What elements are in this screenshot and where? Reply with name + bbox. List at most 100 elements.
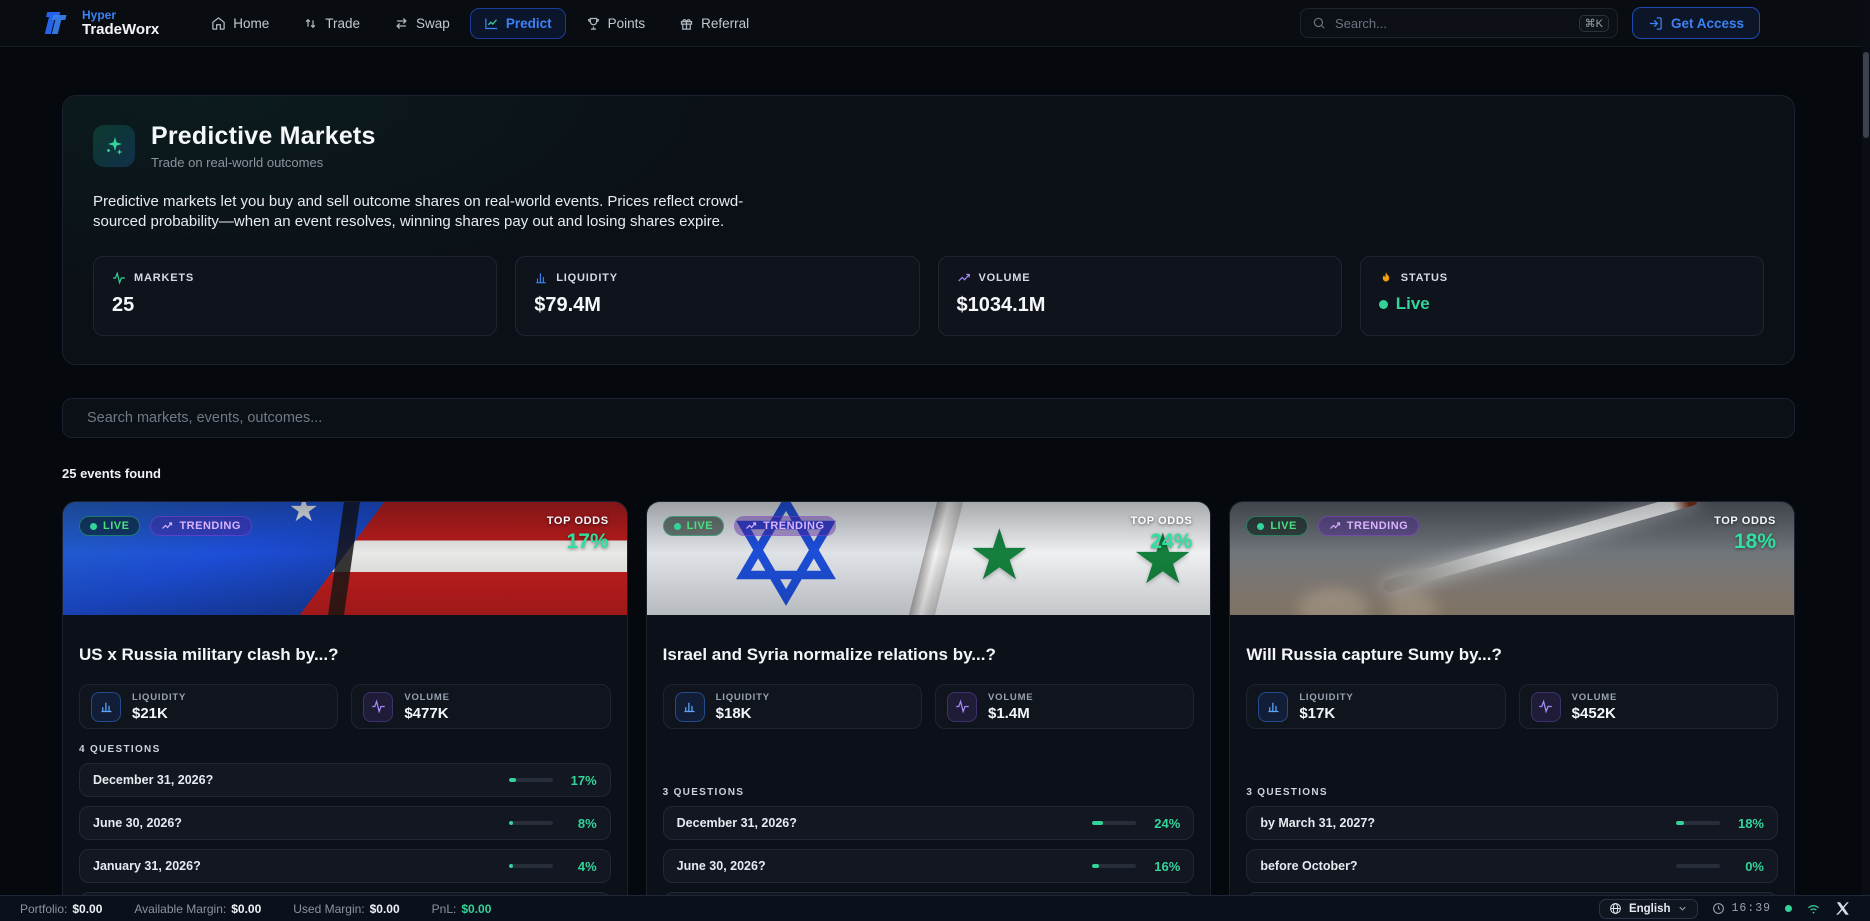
nav-item-predict[interactable]: Predict [470, 8, 566, 39]
get-access-button[interactable]: Get Access [1632, 7, 1760, 39]
volume-tile: VOLUME$477K [351, 684, 610, 729]
live-badge: LIVE [663, 516, 724, 536]
stat-label: LIQUIDITY [556, 272, 618, 284]
main-nav: Home Trade Swap Predict Points Referral [197, 8, 763, 39]
odds-progress [1676, 864, 1720, 868]
stat-card-liquidity: LIQUIDITY $79.4M [515, 256, 919, 336]
event-image-us-russia-flags: ★ LIVE TRENDING TOP ODDS 17% [63, 502, 627, 615]
stat-card-status: STATUS Live [1360, 256, 1764, 336]
stat-value: Live [1396, 294, 1430, 314]
brand-line1: Hyper [82, 9, 159, 22]
stat-label: STATUS [1401, 272, 1448, 284]
stat-value: $79.4M [534, 294, 900, 317]
event-card-israel-syria[interactable]: ★ ★ LIVE TRENDING TOP ODDS 24% Israel an… [646, 501, 1212, 921]
event-title: Israel and Syria normalize relations by.… [663, 645, 1195, 665]
odds-progress [1092, 864, 1136, 868]
question-row[interactable]: by March 31, 2027? 18% [1246, 806, 1778, 840]
odds-progress [1092, 821, 1136, 825]
predict-chart-icon [484, 16, 499, 31]
events-grid: ★ LIVE TRENDING TOP ODDS 17% US x Russia… [62, 501, 1795, 921]
nav-item-trade[interactable]: Trade [289, 8, 374, 39]
top-odds-value: 17% [547, 530, 609, 554]
status-bar: Portfolio:$0.00 Available Margin:$0.00 U… [0, 895, 1870, 921]
top-odds: TOP ODDS 17% [547, 515, 609, 554]
live-badge: LIVE [79, 516, 140, 536]
nav-item-referral[interactable]: Referral [665, 8, 763, 39]
event-card-us-russia[interactable]: ★ LIVE TRENDING TOP ODDS 17% US x Russia… [62, 501, 628, 921]
trending-badge: TRENDING [1318, 516, 1419, 536]
status-live-value: Live [1379, 294, 1745, 314]
nav-item-swap[interactable]: Swap [380, 8, 464, 39]
question-row[interactable]: December 31, 2026? 17% [79, 763, 611, 797]
search-shortcut-badge: ⌘K [1579, 15, 1609, 32]
bar-chart-icon [1258, 692, 1288, 722]
page-scrollbar[interactable] [1862, 0, 1870, 921]
liquidity-tile: LIQUIDITY$17K [1246, 684, 1505, 729]
questions-count-label: 4 QUESTIONS [79, 744, 611, 755]
global-search-input[interactable]: Search... ⌘K [1300, 8, 1618, 38]
nav-label: Home [233, 16, 269, 31]
liquidity-value: $18K [716, 705, 770, 722]
nav-label: Referral [701, 16, 749, 31]
question-row[interactable]: June 30, 2026? 8% [79, 806, 611, 840]
brand-mark-icon [40, 9, 74, 37]
bar-chart-icon [675, 692, 705, 722]
trophy-icon [586, 16, 601, 31]
used-margin-stat: Used Margin:$0.00 [293, 902, 399, 916]
question-row[interactable]: before October? 0% [1246, 849, 1778, 883]
pulse-icon [1531, 692, 1561, 722]
time-value: 16:39 [1731, 902, 1771, 915]
trending-up-icon [161, 520, 173, 532]
market-search-input[interactable]: Search markets, events, outcomes... [62, 398, 1795, 438]
globe-icon [1609, 902, 1622, 915]
brand-logo[interactable]: Hyper TradeWorx [40, 9, 159, 38]
language-selector[interactable]: English [1599, 899, 1699, 919]
event-card-russia-sumy[interactable]: LIVE TRENDING TOP ODDS 18% Will Russia c… [1229, 501, 1795, 921]
question-row[interactable]: June 30, 2026? 16% [663, 849, 1195, 883]
live-dot-icon [1379, 300, 1388, 309]
trending-badge: TRENDING [734, 516, 835, 536]
page-title: Predictive Markets [151, 122, 376, 151]
nav-item-points[interactable]: Points [572, 8, 660, 39]
nav-item-home[interactable]: Home [197, 8, 283, 39]
hero-description: Predictive markets let you buy and sell … [93, 192, 765, 232]
portfolio-stat: Portfolio:$0.00 [20, 902, 102, 916]
liquidity-tile: LIQUIDITY$21K [79, 684, 338, 729]
event-title: Will Russia capture Sumy by...? [1246, 645, 1778, 665]
event-image-israel-syria-flags: ★ ★ LIVE TRENDING TOP ODDS 24% [647, 502, 1211, 615]
main-content: Predictive Markets Trade on real-world o… [62, 95, 1795, 921]
top-odds: TOP ODDS 18% [1714, 515, 1776, 554]
results-count: 25 events found [62, 466, 1795, 481]
chevron-down-icon [1677, 903, 1688, 914]
trade-arrows-icon [303, 16, 318, 31]
market-search-placeholder: Search markets, events, outcomes... [87, 410, 322, 426]
volume-value: $1.4M [988, 705, 1033, 722]
liquidity-tile: LIQUIDITY$18K [663, 684, 922, 729]
trending-badge: TRENDING [150, 516, 251, 536]
stat-value: 25 [112, 294, 478, 317]
x-social-icon[interactable] [1835, 901, 1850, 916]
top-odds: TOP ODDS 24% [1130, 515, 1192, 554]
connection-dot-icon [1785, 905, 1792, 912]
question-row[interactable]: December 31, 2026? 24% [663, 806, 1195, 840]
trending-up-icon [1329, 520, 1341, 532]
page-subtitle: Trade on real-world outcomes [151, 155, 376, 170]
scrollbar-thumb[interactable] [1863, 52, 1869, 138]
stat-value: $1034.1M [957, 294, 1323, 317]
question-row[interactable]: January 31, 2026? 4% [79, 849, 611, 883]
pulse-icon [947, 692, 977, 722]
nav-label: Points [608, 16, 646, 31]
search-icon [1312, 16, 1326, 30]
stat-label: VOLUME [979, 272, 1031, 284]
search-placeholder: Search... [1335, 16, 1570, 31]
wifi-icon [1806, 902, 1821, 915]
language-label: English [1629, 903, 1671, 915]
live-dot-icon [90, 523, 97, 530]
live-badge: LIVE [1246, 516, 1307, 536]
bar-chart-icon [534, 271, 548, 285]
login-icon [1648, 16, 1663, 31]
volume-tile: VOLUME$1.4M [935, 684, 1194, 729]
questions-count-label: 3 QUESTIONS [663, 787, 1195, 798]
liquidity-value: $17K [1299, 705, 1353, 722]
clock-icon [1712, 902, 1725, 915]
